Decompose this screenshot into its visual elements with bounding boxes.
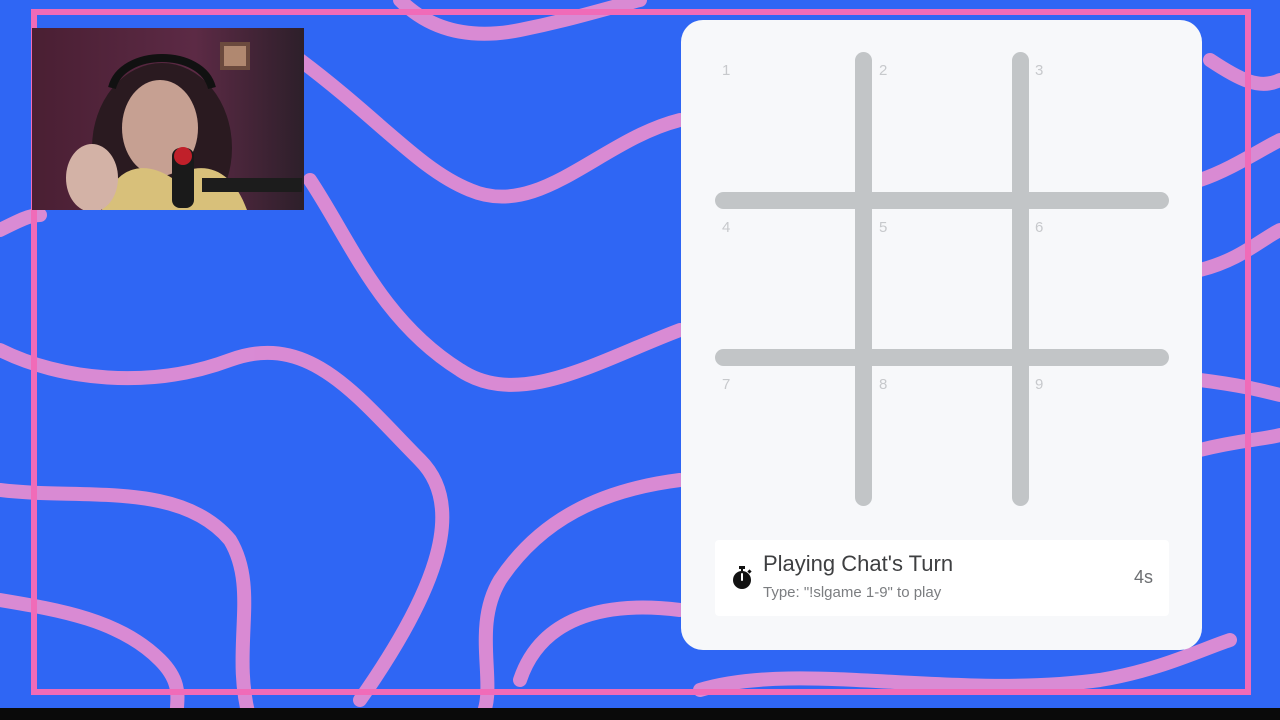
streamer-image	[32, 28, 304, 210]
grid-line-vertical-1	[855, 52, 872, 506]
cell-number-4: 4	[722, 219, 731, 236]
turn-status-panel: Playing Chat's Turn Type: "!slgame 1-9" …	[715, 540, 1169, 616]
cell-number-6: 6	[1035, 219, 1044, 236]
cell-number-7: 7	[722, 376, 731, 393]
cell-number-8: 8	[879, 376, 888, 393]
turn-instructions: Type: "!slgame 1-9" to play	[763, 584, 942, 601]
webcam-feed	[32, 28, 304, 210]
grid-line-horizontal-1	[715, 192, 1169, 209]
turn-title: Playing Chat's Turn	[763, 551, 954, 576]
cell-number-5: 5	[879, 219, 888, 236]
grid-line-horizontal-2	[715, 349, 1169, 366]
cell-number-2: 2	[879, 62, 888, 79]
tic-tac-toe-card: 1 2 3 4 5 6 7 8 9 Playing Chat's Turn Ty…	[681, 20, 1202, 650]
cell-number-3: 3	[1035, 62, 1044, 79]
stopwatch-icon	[733, 566, 752, 589]
bottom-black-bar	[0, 708, 1280, 720]
cell-number-1: 1	[722, 62, 731, 79]
turn-timer: 4s	[1133, 567, 1153, 587]
grid-line-vertical-2	[1012, 52, 1029, 506]
cell-number-9: 9	[1035, 376, 1044, 393]
